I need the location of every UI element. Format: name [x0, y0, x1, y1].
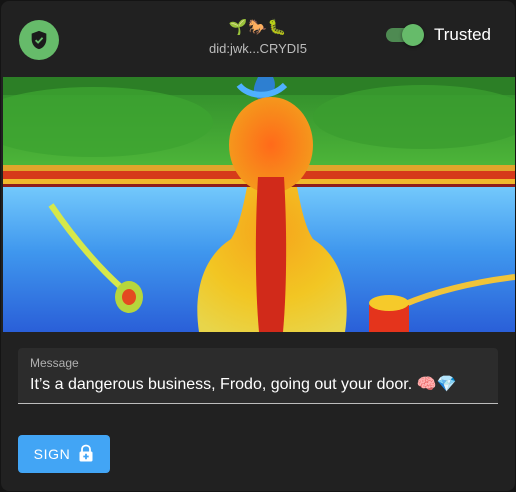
identity-emoji: 🌱🐎🐛: [228, 19, 288, 36]
signing-card: 🌱🐎🐛 did:jwk...CRYDI5 Trusted Message It’…: [1, 1, 515, 491]
lock-plus-icon: [78, 444, 94, 465]
card-header: 🌱🐎🐛 did:jwk...CRYDI5 Trusted: [1, 1, 515, 77]
message-field: Message: [18, 348, 498, 404]
trusted-label: Trusted: [433, 25, 491, 44]
abstract-painting-image: [3, 77, 515, 332]
trusted-toggle[interactable]: [384, 24, 424, 46]
shield-check-icon: [19, 20, 59, 60]
identity-block: 🌱🐎🐛 did:jwk...CRYDI5: [158, 19, 358, 56]
message-label: Message: [30, 356, 79, 370]
sign-button[interactable]: SIGN: [18, 435, 110, 473]
message-input[interactable]: [30, 372, 490, 396]
did-identifier: did:jwk...CRYDI5: [208, 41, 307, 56]
trusted-control: Trusted: [384, 23, 491, 47]
toggle-thumb: [401, 24, 424, 46]
sign-button-label: SIGN: [33, 446, 71, 462]
